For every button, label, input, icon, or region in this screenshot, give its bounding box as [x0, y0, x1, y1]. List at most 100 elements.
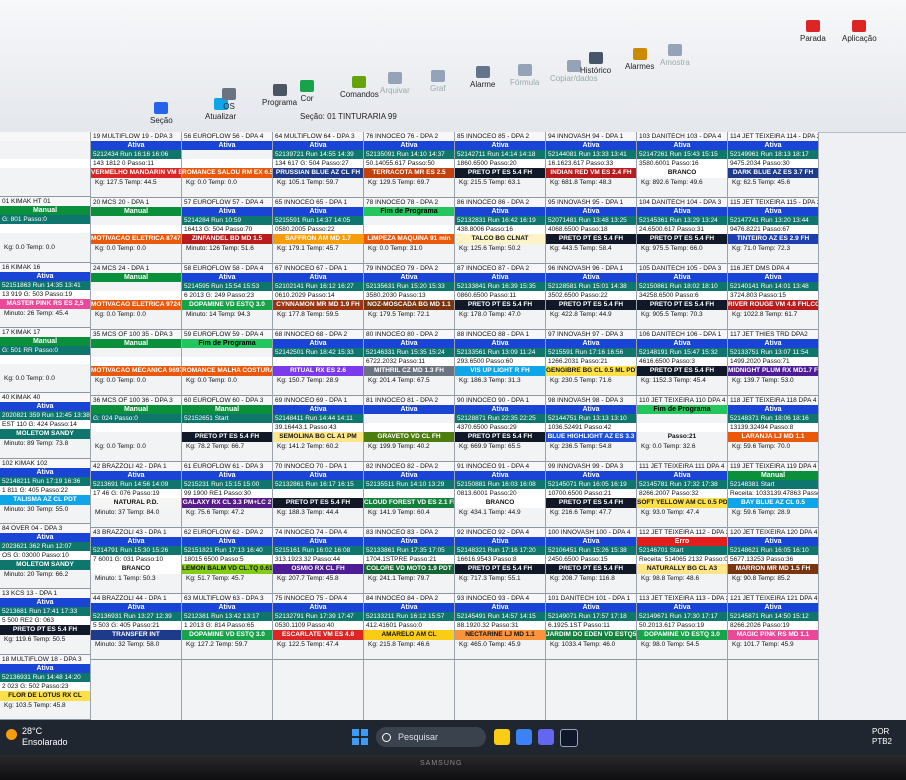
machine-name: 87 INNOCEO 87 - DPA 2: [455, 264, 545, 273]
machine-card[interactable]: 121 JET TEIXEIRA 121 DPA 4 Ativa 52145871 …: [728, 594, 818, 660]
machine-card[interactable]: 90 INNOCEO 90 - DPA 1 Ativa 52128871 Run 2…: [455, 396, 545, 462]
machine-card[interactable]: 83 INNOCEO 83 - DPA 2 Ativa 52133861 Run 1…: [364, 528, 454, 594]
windows-start-icon[interactable]: [352, 729, 368, 745]
machine-card[interactable]: 80 INNOCEO 80 - DPA 2 Ativa 52146331 Run 1…: [364, 330, 454, 396]
machine-card[interactable]: 65 INNOCEO 65 - DPA 1 Ativa 5215591 Run 14…: [273, 198, 363, 264]
machine-card[interactable]: 36 MCS OF 100 36 - DPA 3 Manual G: 024 Pas…: [91, 396, 181, 462]
machine-card[interactable]: 110 JET TEIXEIRA 110 DPA 4 Fim de Program…: [637, 396, 727, 462]
machine-card[interactable]: 59 EUROFLOW 59 - DPA 4 Fim de Programa ROM…: [182, 330, 272, 396]
machine-card[interactable]: 84 INNOCEO 84 - DPA 2 Ativa 52133211 Run 1…: [364, 594, 454, 660]
machine-card[interactable]: 42 BRAZZOLI 42 - DPA 1 Ativa 5213691 Run 1…: [91, 462, 181, 528]
machine-card[interactable]: 105 DANITECH 105 - DPA 3 Ativa 52150861 Ru…: [637, 264, 727, 330]
batch-info: 52136931 Run 14:48 14:20: [0, 672, 90, 682]
machine-card[interactable]: 96 INNOVASH 96 - DPA 1 Ativa 52128581 Run …: [546, 264, 636, 330]
file-explorer-icon[interactable]: [494, 729, 510, 745]
language-indicator[interactable]: POR PTB2: [872, 727, 892, 747]
machine-card[interactable]: 78 INNOCEO 78 - DPA 2 Fim de Programa LIMP…: [364, 198, 454, 264]
machine-card[interactable]: [0, 132, 90, 198]
machine-card[interactable]: 40 KIMAK 40 Ativa 2020821 359 Run 12:45 13…: [0, 393, 90, 459]
machine-card[interactable]: 35 MCS OF 100 35 - DPA 3 Manual MOTIVACAO …: [91, 330, 181, 396]
toolbar-button-alarms[interactable]: Alarmes: [625, 48, 654, 71]
machine-card[interactable]: 79 INNOCEO 79 - DPA 2 Ativa 52135631 Run 1…: [364, 264, 454, 330]
machine-card[interactable]: 62 EUROFLOW 62 - DPA 2 Ativa 52151821 Run …: [182, 528, 272, 594]
machine-card[interactable]: 115 JET TEIXEIRA 115 - DPA 2 Ativa 5214774…: [728, 198, 818, 264]
toolbar-button-section[interactable]: Seção: [150, 102, 173, 125]
machine-card[interactable]: 103 DANITECH 103 - DPA 4 Ativa 52147261 Ru…: [637, 132, 727, 198]
toolbar-button-history[interactable]: Histórico: [580, 52, 611, 75]
machine-card[interactable]: 43 BRAZZOLI 43 - DPA 1 Ativa 5214791 Run 1…: [91, 528, 181, 594]
machine-card[interactable]: 75 INNOCEO 75 - DPA 4 Ativa 52132791 Run 1…: [273, 594, 363, 660]
machine-status: Ativa: [273, 471, 363, 480]
machine-card[interactable]: 84 OVER 04 - DPA 3 Ativa 2023621 362 Run 1…: [0, 523, 90, 590]
machine-card[interactable]: 16 KIMAK 16 Ativa 52151863 Run 14:35 13:41…: [0, 262, 90, 328]
machine-card[interactable]: 104 DANITECH 104 - DPA 3 Ativa 52145361 Ru…: [637, 198, 727, 264]
weather-icon[interactable]: [6, 729, 17, 740]
machine-card[interactable]: 111 JET TEIXEIRA 111 DPA 4 Ativa 52145781 …: [637, 462, 727, 528]
toolbar-button-exit[interactable]: Aplicação: [842, 20, 877, 43]
machine-card[interactable]: 95 INNOVASH 95 - DPA 1 Ativa 52071481 Run …: [546, 198, 636, 264]
machine-card[interactable]: 119 JET TEIXEIRA 119 DPA 4 Manual 52148381…: [728, 462, 818, 528]
toolbar-button-alarm[interactable]: Alarme: [470, 66, 495, 89]
machine-card[interactable]: 17 KIMAK 17 Manual G: 501 RR Passo:0 Kg: 0.…: [0, 327, 90, 394]
machine-card[interactable]: 101 DANITECH 101 - DPA 1 Ativa 52149071 Ru…: [546, 594, 636, 660]
machine-card[interactable]: 69 INNOCEO 69 - DPA 1 Ativa 52148411 Run 1…: [273, 396, 363, 462]
machine-card[interactable]: 58 EUROFLOW 58 - DPA 4 Ativa 5214595 Run 1…: [182, 264, 272, 330]
browser-icon[interactable]: [516, 729, 532, 745]
monitor-app-icon[interactable]: [560, 729, 578, 747]
toolbar-button-graph[interactable]: Graf: [430, 70, 446, 93]
machine-card[interactable]: 44 BRAZZOLI 44 - DPA 1 Ativa 52136931 Run …: [91, 594, 181, 660]
toolbar-button-archive[interactable]: Arquivar: [380, 72, 410, 95]
machine-card[interactable]: 19 MULTIFLOW 19 - DPA 3 Ativa 5212434 Run …: [91, 132, 181, 198]
machine-card[interactable]: 67 INNOCEO 67 - DPA 1 Ativa 52102141 Run 1…: [273, 264, 363, 330]
machine-card[interactable]: 98 INNOVASH 98 - DPA 3 Ativa 52144751 Run …: [546, 396, 636, 462]
toolbar-button-color[interactable]: Cor: [300, 80, 314, 103]
machine-card[interactable]: 85 INNOCEO 85 - DPA 2 Ativa 52142711 Run 1…: [455, 132, 545, 198]
toolbar-button-stop[interactable]: Parada: [800, 20, 826, 43]
machine-card[interactable]: 01 KIMAK HT 01 Manual G: 801 Passo:0 Kg: 0.…: [0, 197, 90, 263]
toolbar-button-os[interactable]: OS: [222, 88, 236, 111]
machine-card[interactable]: 117 JET THIES TRD DPA2 Ativa 52133751 Run …: [728, 330, 818, 396]
machine-card[interactable]: 64 MULTIFLOW 64 - DPA 3 Ativa 52139721 Run…: [273, 132, 363, 198]
machine-card[interactable]: 86 INNOCEO 86 - DPA 2 Ativa 52132831 Run 1…: [455, 198, 545, 264]
toolbar-button-commands[interactable]: Comandos: [340, 76, 379, 99]
machine-card[interactable]: 57 EUROFLOW 57 - DPA 4 Ativa 5214284 Run 1…: [182, 198, 272, 264]
toolbar-button-program[interactable]: Programa: [262, 84, 297, 107]
machine-card[interactable]: 87 INNOCEO 87 - DPA 2 Ativa 52133841 Run 1…: [455, 264, 545, 330]
machine-card[interactable]: 113 JET TEIXEIRA 113 - DPA 2 Ativa 5214967…: [637, 594, 727, 660]
machine-card[interactable]: 99 INNOVASH 99 - DPA 3 Ativa 52145071 Run …: [546, 462, 636, 528]
taskbar-search[interactable]: Pesquisar: [376, 727, 486, 747]
machine-card[interactable]: 61 EUROFLOW 61 - DPA 3 Ativa 5215231 Run 1…: [182, 462, 272, 528]
weather-widget[interactable]: 28°C Ensolarado: [22, 726, 68, 748]
toolbar-button-sample[interactable]: Amostra: [660, 44, 690, 67]
machine-card[interactable]: 18 MULTIFLOW 18 - DPA 3 Ativa 52136931 Run…: [0, 654, 90, 720]
machine-card[interactable]: 114 JET TEIXEIRA 114 - DPA 2 Ativa 5214996…: [728, 132, 818, 198]
machine-card[interactable]: 68 INNOCEO 68 - DPA 2 Ativa 52142501 Run 1…: [273, 330, 363, 396]
machine-card[interactable]: 76 INNOCEO 76 - DPA 2 Ativa 52135091 Run 1…: [364, 132, 454, 198]
machine-card[interactable]: 116 JET DMS DPA 4 Ativa 52140141 Run 14:01…: [728, 264, 818, 330]
machine-card[interactable]: 56 EUROFLOW 56 - DPA 4 Ativa ROMANCE SALOU…: [182, 132, 272, 198]
toolbar-button-formula[interactable]: Fórmula: [510, 64, 539, 87]
machine-card[interactable]: 118 JET TEIXEIRA 118 DPA 4 Ativa 52148371 …: [728, 396, 818, 462]
machine-card[interactable]: 106 DANITECH 106 - DPA 1 Ativa 52148191 Ru…: [637, 330, 727, 396]
machine-card[interactable]: 81 INNOCEO 81 - DPA 2 Ativa GRAVETO VD CL …: [364, 396, 454, 462]
machine-card[interactable]: 74 INNOCEO 74 - DPA 4 Ativa 5215161 Run 16…: [273, 528, 363, 594]
app-icon[interactable]: [538, 729, 554, 745]
machine-card[interactable]: 94 INNOVASH 94 - DPA 1 Ativa 52144081 Run …: [546, 132, 636, 198]
machine-card[interactable]: 100 INNOVASH 100 - DPA 4 Ativa 52106451 Ru…: [546, 528, 636, 594]
machine-card[interactable]: 112 JET TEIXEIRA 112 - DPA 2 Erro 52146701…: [637, 528, 727, 594]
machine-card[interactable]: 120 JET TEIXEIRA 120 DPA 4 Ativa 52148621 …: [728, 528, 818, 594]
machine-card[interactable]: 82 INNOCEO 82 - DPA 2 Ativa 52135511 Run 1…: [364, 462, 454, 528]
machine-card[interactable]: 60 EUROFLOW 60 - DPA 3 Manual 52152651 Sta…: [182, 396, 272, 462]
machine-card[interactable]: 93 INNOCEO 93 - DPA 4 Ativa 52145491 Run 1…: [455, 594, 545, 660]
machine-card[interactable]: 97 INNOVASH 97 - DPA 3 Ativa 5215591 Run 1…: [546, 330, 636, 396]
machine-card[interactable]: 102 KIMAK 102 Ativa 52148211 Run 17:19 16:…: [0, 458, 90, 524]
machine-card[interactable]: 13 KCS 13 - DPA 1 Ativa 5213681 Run 17:41 …: [0, 589, 90, 655]
batch-info: 52135631 Run 15:20 15:33: [364, 282, 454, 291]
machine-card[interactable]: 91 INNOCEO 91 - DPA 4 Ativa 52150881 Run 1…: [455, 462, 545, 528]
machine-card[interactable]: 88 INNOCEO 88 - DPA 1 Ativa 52133561 Run 1…: [455, 330, 545, 396]
machine-card[interactable]: 20 MCS 20 - DPA 1 Manual MOTIVACAO ELETRIC…: [91, 198, 181, 264]
machine-card[interactable]: 24 MCS 24 - DPA 1 Manual MOTIVACAO ELETRIC…: [91, 264, 181, 330]
machine-card[interactable]: 92 INNOCEO 92 - DPA 4 Ativa 52148321 Run 1…: [455, 528, 545, 594]
machine-card[interactable]: 63 MULTIFLOW 63 - DPA 3 Ativa 5212381 Run …: [182, 594, 272, 660]
machine-card[interactable]: 70 INNOCEO 70 - DPA 1 Ativa 52132861 Run 1…: [273, 462, 363, 528]
